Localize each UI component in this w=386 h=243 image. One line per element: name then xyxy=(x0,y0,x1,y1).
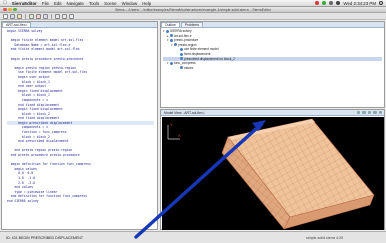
save-icon[interactable] xyxy=(10,13,15,19)
node-icon xyxy=(180,57,183,61)
pan-icon[interactable] xyxy=(367,110,371,115)
axis-x-label: X xyxy=(178,133,181,138)
open-folder-icon[interactable] xyxy=(17,13,22,19)
menubar-clock[interactable]: Wed 2:34:23 PM xyxy=(343,1,376,6)
forward-icon[interactable] xyxy=(62,13,67,19)
new-file-icon[interactable] xyxy=(3,13,8,19)
code-text-area[interactable]: begin SIERRA solvey begin finite element… xyxy=(2,28,157,204)
tray-sync-icon[interactable] xyxy=(322,1,327,5)
menu-navigate[interactable]: Navigate xyxy=(67,1,84,6)
stop-icon[interactable] xyxy=(36,13,41,19)
node-icon xyxy=(180,52,183,56)
status-right: simple-solid.sierra 4:29 xyxy=(306,235,343,240)
rotate-icon[interactable] xyxy=(356,110,360,115)
back-icon[interactable] xyxy=(55,13,60,19)
main-toolbar xyxy=(0,13,386,20)
code-line: end SIERRA solvey xyxy=(7,198,39,203)
menu-tools[interactable]: Tools xyxy=(89,1,99,6)
tab-problems-label: Problems xyxy=(184,23,200,27)
debug-icon[interactable] xyxy=(43,13,48,19)
tree-row-label: func_compress xyxy=(174,61,196,66)
3d-viewport[interactable]: Y X xyxy=(162,117,384,230)
run-icon[interactable] xyxy=(29,13,34,19)
tree-row-label: presto-region xyxy=(178,42,197,47)
tree-row-label: use finite element model xyxy=(184,47,219,52)
model-view-titlebar: Model View - ART-sol-flex.i xyxy=(161,110,384,116)
tab-outline[interactable]: Outline xyxy=(161,22,180,27)
spotlight-icon[interactable] xyxy=(379,1,383,5)
editor-tab-label: ART-sol-flex.i xyxy=(6,23,28,27)
tree-row-label: prescribed displacement on block_2 xyxy=(184,56,235,61)
tree-row[interactable]: values xyxy=(163,66,382,71)
menu-app-name[interactable]: SierraEditor xyxy=(12,1,37,6)
window-title: Sierra – /Users/…/editor/examples/Sierra… xyxy=(115,7,271,12)
tree-row-label: fixed displacement xyxy=(184,51,211,56)
mesh-render: Y X xyxy=(167,118,375,230)
menu-edit[interactable]: Edit xyxy=(54,1,62,6)
model-view-title: Model View - ART-sol-flex.i xyxy=(164,110,205,115)
status-bar: ID: 431 BEGIN PRESCRIBED DISPLACEMENT si… xyxy=(0,231,386,243)
tree-row-label: SIERRA solvey xyxy=(170,29,192,33)
outline-pane: Outline Problems ▾ SIERRA solvey ▸ art-sol… xyxy=(160,21,385,108)
node-icon xyxy=(166,29,169,33)
system-tray: Wed 2:34:23 PM xyxy=(315,1,383,6)
axis-triad: Y X xyxy=(167,122,181,140)
node-icon xyxy=(174,43,177,47)
node-icon xyxy=(180,48,183,52)
node-icon xyxy=(170,61,173,65)
tree-row-label: art-sol-flex.e xyxy=(174,33,192,38)
tab-outline-label: Outline xyxy=(165,23,176,27)
volume-icon[interactable] xyxy=(336,1,341,5)
search-icon[interactable] xyxy=(69,13,74,19)
apple-icon[interactable]:  xyxy=(3,0,7,6)
node-icon xyxy=(170,34,173,38)
tree-row-label: values xyxy=(184,65,194,70)
tray-status-icon[interactable] xyxy=(315,1,320,5)
node-icon xyxy=(170,38,173,42)
menu-scene[interactable]: Scene xyxy=(104,1,116,6)
code-editor-pane: ART-sol-flex.i begin SIERRA solvey begin… xyxy=(1,21,158,230)
model-view-pane: Model View - ART-sol-flex.i Y X xyxy=(160,109,385,230)
axis-y-label: Y xyxy=(170,122,173,127)
editor-tab[interactable]: ART-sol-flex.i xyxy=(2,22,32,27)
menu-help[interactable]: Help xyxy=(142,1,151,6)
node-icon xyxy=(180,66,183,70)
outline-tree: ▾ SIERRA solvey ▸ art-sol-flex.e ▾ presto-p… xyxy=(161,28,384,71)
wifi-icon[interactable] xyxy=(329,1,334,5)
menu-file[interactable]: File xyxy=(42,1,49,6)
mac-menubar:  SierraEditor File Edit Navigate Tools … xyxy=(0,0,386,7)
tab-problems[interactable]: Problems xyxy=(180,22,204,27)
status-left: ID: 431 BEGIN PRESCRIBED DISPLACEMENT xyxy=(6,235,84,240)
fit-view-icon[interactable] xyxy=(373,110,377,115)
menu-window[interactable]: Window xyxy=(122,1,138,6)
zoom-icon[interactable] xyxy=(362,110,366,115)
tree-row-label: presto-procedure xyxy=(174,38,199,43)
view-menu-icon[interactable] xyxy=(378,110,382,115)
